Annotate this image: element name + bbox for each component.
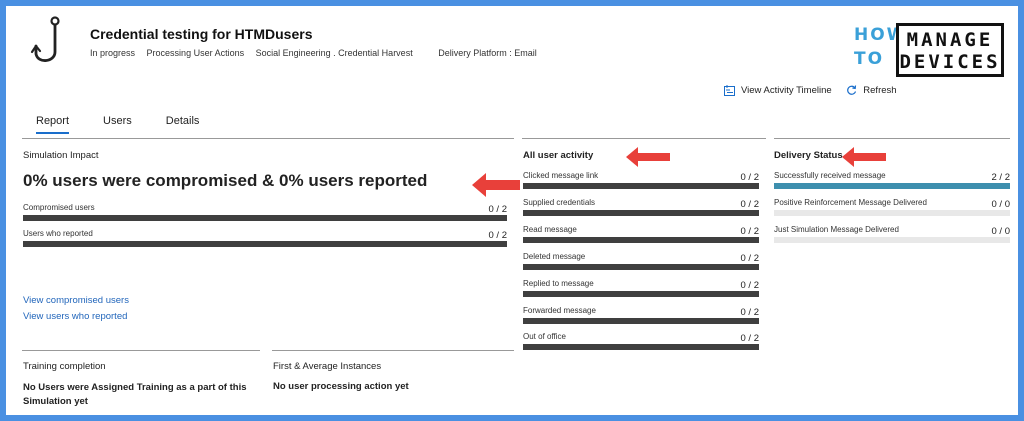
progress-fill xyxy=(23,241,507,247)
instances-text: No user processing action yet xyxy=(273,381,409,392)
divider xyxy=(22,350,260,351)
progress-fill xyxy=(23,215,507,221)
row-value: 0 / 2 xyxy=(488,230,508,241)
refresh-label: Refresh xyxy=(863,85,897,96)
row-value: 0 / 0 xyxy=(991,226,1011,237)
annotation-arrow xyxy=(842,147,886,167)
tab-report[interactable]: Report xyxy=(28,112,77,134)
row-value: 0 / 2 xyxy=(740,253,760,264)
progress-bar xyxy=(23,241,507,247)
annotation-arrow xyxy=(472,173,520,197)
delivery-platform-text: Delivery Platform : Email xyxy=(438,48,537,58)
progress-bar xyxy=(523,183,759,189)
progress-bar xyxy=(774,237,1010,243)
row-label: Positive Reinforcement Message Delivered xyxy=(774,198,927,207)
page-title: Credential testing for HTMDusers xyxy=(90,26,313,42)
phase-text: Processing User Actions xyxy=(146,48,245,58)
logo: HOW TO MANAGE DEVICES xyxy=(854,23,1012,81)
progress-bar xyxy=(523,318,759,324)
row-value: 0 / 2 xyxy=(740,172,760,183)
progress-bar xyxy=(23,215,507,221)
row-label: Successfully received message xyxy=(774,171,886,180)
row-value: 0 / 0 xyxy=(991,199,1011,210)
impact-headline: 0% users were compromised & 0% users rep… xyxy=(23,171,428,190)
progress-bar xyxy=(523,344,759,350)
training-completion-text: No Users were Assigned Training as a par… xyxy=(23,382,247,407)
tab-users[interactable]: Users xyxy=(95,112,140,134)
row-label: Read message xyxy=(523,225,577,234)
row-label: Deleted message xyxy=(523,252,586,261)
row-value: 0 / 2 xyxy=(740,199,760,210)
refresh-button[interactable]: Refresh xyxy=(846,85,897,96)
progress-fill xyxy=(523,344,759,350)
row-label: Clicked message link xyxy=(523,171,599,180)
view-activity-timeline-label: View Activity Timeline xyxy=(741,85,832,96)
row-value: 0 / 2 xyxy=(488,204,508,215)
timeline-icon xyxy=(724,85,735,96)
progress-fill xyxy=(523,237,759,243)
row-value: 2 / 2 xyxy=(991,172,1011,183)
divider xyxy=(272,350,514,351)
header-actions: View Activity Timeline Refresh xyxy=(724,85,909,99)
row-label: Compromised users xyxy=(23,203,95,212)
divider xyxy=(522,138,766,139)
row-label: Replied to message xyxy=(523,279,594,288)
row-label: Just Simulation Message Delivered xyxy=(774,225,899,234)
progress-bar xyxy=(523,237,759,243)
progress-fill xyxy=(523,318,759,324)
simulation-meta: In progress Processing User Actions Soci… xyxy=(90,48,546,58)
refresh-icon xyxy=(847,85,857,95)
row-value: 0 / 2 xyxy=(740,333,760,344)
row-value: 0 / 2 xyxy=(740,280,760,291)
technique-text: Social Engineering . Credential Harvest xyxy=(255,48,413,58)
delivery-status-title: Delivery Status xyxy=(774,150,843,161)
progress-fill xyxy=(523,264,759,270)
row-label: Users who reported xyxy=(23,229,93,238)
progress-fill xyxy=(523,183,759,189)
view-activity-timeline-button[interactable]: View Activity Timeline xyxy=(724,85,832,96)
progress-bar xyxy=(774,210,1010,216)
progress-fill xyxy=(523,291,759,297)
view-users-reported-link[interactable]: View users who reported xyxy=(23,311,127,322)
divider xyxy=(774,138,1010,139)
divider xyxy=(22,138,514,139)
training-completion-title: Training completion xyxy=(23,361,106,372)
report-frame: Credential testing for HTMDusers In prog… xyxy=(6,6,1018,415)
progress-bar xyxy=(523,291,759,297)
user-activity-title: All user activity xyxy=(523,150,594,161)
tab-bar: Report Users Details xyxy=(28,112,225,134)
progress-bar xyxy=(774,183,1010,189)
status-text: In progress xyxy=(90,48,136,58)
row-label: Supplied credentials xyxy=(523,198,596,207)
simulation-impact-title: Simulation Impact xyxy=(23,150,99,161)
progress-bar xyxy=(523,210,759,216)
progress-fill xyxy=(523,210,759,216)
row-value: 0 / 2 xyxy=(740,307,760,318)
progress-bar xyxy=(523,264,759,270)
row-label: Forwarded message xyxy=(523,306,596,315)
view-compromised-users-link[interactable]: View compromised users xyxy=(23,295,129,306)
instances-title: First & Average Instances xyxy=(273,361,382,372)
row-label: Out of office xyxy=(523,332,566,341)
hook-icon xyxy=(30,16,60,62)
progress-fill xyxy=(774,183,1010,189)
annotation-arrow xyxy=(626,147,670,167)
tab-details[interactable]: Details xyxy=(158,112,208,134)
row-value: 0 / 2 xyxy=(740,226,760,237)
